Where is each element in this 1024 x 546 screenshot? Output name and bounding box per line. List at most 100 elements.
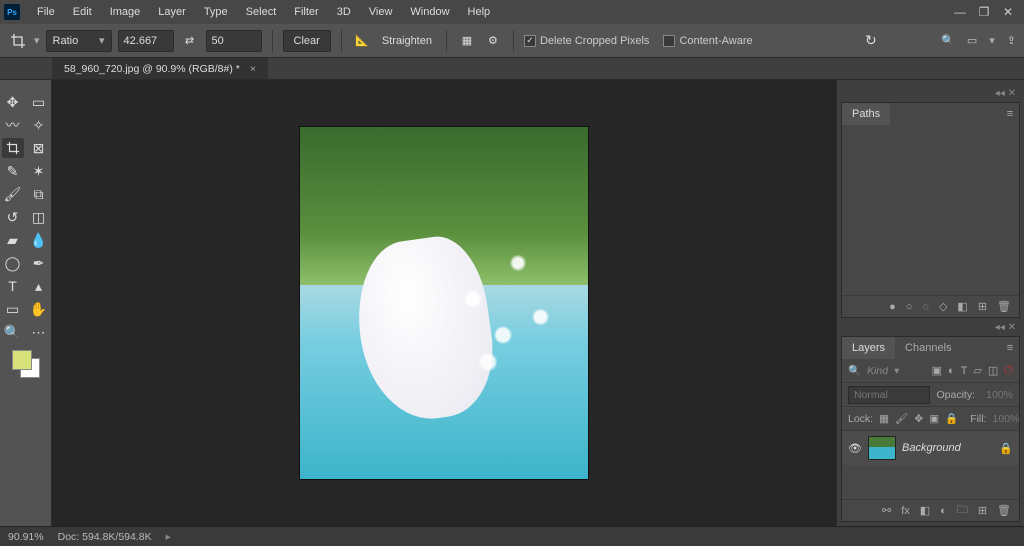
layers-tab[interactable]: Layers xyxy=(842,337,895,359)
link-layers-icon[interactable]: ⚯ xyxy=(882,504,891,517)
crop-width-input[interactable]: 42.667 xyxy=(118,30,174,52)
overlay-grid-icon[interactable]: ▦ xyxy=(457,31,477,51)
close-tab-icon[interactable]: × xyxy=(250,63,256,75)
color-swatches[interactable] xyxy=(8,348,44,384)
ratio-preset-dropdown[interactable]: Ratio▾ xyxy=(46,30,112,52)
status-doc-size[interactable]: Doc: 594.8K/594.8K xyxy=(58,531,152,543)
layer-visibility-icon[interactable]: 👁 xyxy=(848,442,862,455)
healing-brush-tool[interactable]: ✶ xyxy=(28,161,50,181)
fill-path-icon[interactable]: ● xyxy=(889,301,896,313)
window-restore[interactable]: ❐ xyxy=(972,0,996,24)
shape-tool[interactable]: ▭ xyxy=(2,299,24,319)
clear-button[interactable]: Clear xyxy=(283,30,331,52)
filter-smart-icon[interactable]: ◫ xyxy=(988,364,998,377)
stroke-path-icon[interactable]: ○ xyxy=(906,301,913,313)
filter-adjust-icon[interactable]: ◐ xyxy=(948,365,955,377)
content-aware-checkbox[interactable]: Content-Aware xyxy=(663,35,752,47)
window-minimize[interactable]: — xyxy=(948,0,972,24)
paths-tab[interactable]: Paths xyxy=(842,103,890,125)
edit-toolbar[interactable]: ⋯ xyxy=(28,322,50,342)
filter-pixel-icon[interactable]: ▣ xyxy=(932,364,942,377)
gradient-tool[interactable]: ▰ xyxy=(2,230,24,250)
delete-cropped-checkbox[interactable]: ✓Delete Cropped Pixels xyxy=(524,35,649,47)
document-tab[interactable]: 58_960_720.jpg @ 90.9% (RGB/8#) * × xyxy=(52,57,268,79)
crop-settings-icon[interactable]: ⚙ xyxy=(483,31,503,51)
new-group-icon[interactable]: 🗀 xyxy=(957,501,968,520)
collapse-panels-icon[interactable]: ◂◂ ✕ xyxy=(837,88,1024,102)
adjustment-layer-icon[interactable]: ◐ xyxy=(940,505,947,517)
lock-artboard-icon[interactable]: ▣ xyxy=(929,413,939,425)
menu-window[interactable]: Window xyxy=(401,0,458,24)
history-brush-tool[interactable]: ↺ xyxy=(2,207,24,227)
straighten-icon[interactable]: 📐 xyxy=(352,31,372,51)
layer-fx-icon[interactable]: fx xyxy=(901,505,910,517)
status-zoom[interactable]: 90.91% xyxy=(8,531,44,543)
new-path-icon[interactable]: ⊞ xyxy=(978,300,987,313)
menu-filter[interactable]: Filter xyxy=(285,0,327,24)
lock-transparent-icon[interactable]: ▦ xyxy=(879,413,889,425)
filter-search-icon[interactable]: 🔍 xyxy=(848,364,861,377)
reset-crop-icon[interactable]: ↺ xyxy=(865,32,877,49)
add-mask-icon-layers[interactable]: ◧ xyxy=(920,504,930,517)
pen-tool[interactable]: ✒ xyxy=(28,253,50,273)
menu-layer[interactable]: Layer xyxy=(149,0,195,24)
move-tool[interactable]: ✥ xyxy=(2,92,24,112)
straighten-label[interactable]: Straighten xyxy=(378,35,436,47)
filter-type-icon[interactable]: T xyxy=(961,365,968,377)
search-icon[interactable]: 🔍 xyxy=(941,34,955,47)
add-mask-icon[interactable]: ◧ xyxy=(957,300,967,313)
filter-kind-label[interactable]: Kind xyxy=(867,365,888,377)
menu-type[interactable]: Type xyxy=(195,0,237,24)
paths-panel-menu-icon[interactable]: ≡ xyxy=(1001,108,1019,120)
hand-tool[interactable]: ✋ xyxy=(28,299,50,319)
status-arrow-icon[interactable]: ▸ xyxy=(166,531,171,543)
menu-view[interactable]: View xyxy=(360,0,402,24)
dodge-tool[interactable]: ◯ xyxy=(2,253,24,273)
brush-tool[interactable]: 🖌 xyxy=(2,184,24,204)
eyedropper-tool[interactable]: ✎ xyxy=(2,161,24,181)
menu-3d[interactable]: 3D xyxy=(328,0,360,24)
menu-image[interactable]: Image xyxy=(101,0,150,24)
channels-tab[interactable]: Channels xyxy=(895,337,961,359)
delete-path-icon[interactable]: 🗑 xyxy=(997,300,1011,313)
window-close[interactable]: ✕ xyxy=(996,0,1020,24)
crop-tool[interactable] xyxy=(2,138,24,158)
blur-tool[interactable]: 💧 xyxy=(28,230,50,250)
frame-tool[interactable]: ⊠ xyxy=(28,138,50,158)
eraser-tool[interactable]: ◫ xyxy=(28,207,50,227)
filter-shape-icon[interactable]: ▱ xyxy=(973,364,981,377)
new-layer-icon[interactable]: ⊞ xyxy=(978,504,987,517)
path-select-tool[interactable]: ▴ xyxy=(28,276,50,296)
canvas-area[interactable] xyxy=(52,80,836,526)
zoom-tool[interactable]: 🔍 xyxy=(2,322,24,342)
menu-help[interactable]: Help xyxy=(459,0,500,24)
collapse-layers-icon[interactable]: ◂◂ ✕ xyxy=(837,322,1024,336)
share-icon[interactable]: ⇪ xyxy=(1007,34,1016,47)
menu-edit[interactable]: Edit xyxy=(64,0,101,24)
type-tool[interactable]: T xyxy=(2,276,24,296)
fill-value[interactable]: 100% xyxy=(993,413,1020,425)
document-canvas[interactable] xyxy=(300,127,588,479)
foreground-color-swatch[interactable] xyxy=(12,350,32,370)
menu-select[interactable]: Select xyxy=(237,0,286,24)
crop-tool-icon[interactable] xyxy=(8,31,28,51)
magic-wand-tool[interactable]: ✧ xyxy=(28,115,50,135)
layer-row-background[interactable]: 👁 Background 🔒 xyxy=(842,431,1019,465)
selection-from-path-icon[interactable]: ◌ xyxy=(922,301,929,313)
layer-thumbnail[interactable] xyxy=(868,436,896,460)
swap-dimensions-icon[interactable]: ⇄ xyxy=(180,31,200,51)
menu-file[interactable]: File xyxy=(28,0,64,24)
marquee-tool[interactable]: ▭ xyxy=(28,92,50,112)
layers-panel-menu-icon[interactable]: ≡ xyxy=(1001,342,1019,354)
path-from-selection-icon[interactable]: ◇ xyxy=(939,300,947,313)
screen-mode-icon[interactable]: ▭ xyxy=(967,34,977,47)
layer-name-label[interactable]: Background xyxy=(902,442,993,454)
layer-locked-icon[interactable]: 🔒 xyxy=(999,442,1013,455)
blend-mode-dropdown[interactable]: Normal xyxy=(848,386,930,404)
lock-pixels-icon[interactable]: 🖌 xyxy=(895,412,908,425)
filter-toggle-icon[interactable]: ⏻ xyxy=(1004,364,1013,377)
clone-stamp-tool[interactable]: ⧉ xyxy=(28,184,50,204)
tools-grip[interactable]: ∙∙ xyxy=(2,84,50,90)
delete-layer-icon[interactable]: 🗑 xyxy=(997,504,1011,517)
lock-all-icon[interactable]: 🔒 xyxy=(945,412,958,425)
